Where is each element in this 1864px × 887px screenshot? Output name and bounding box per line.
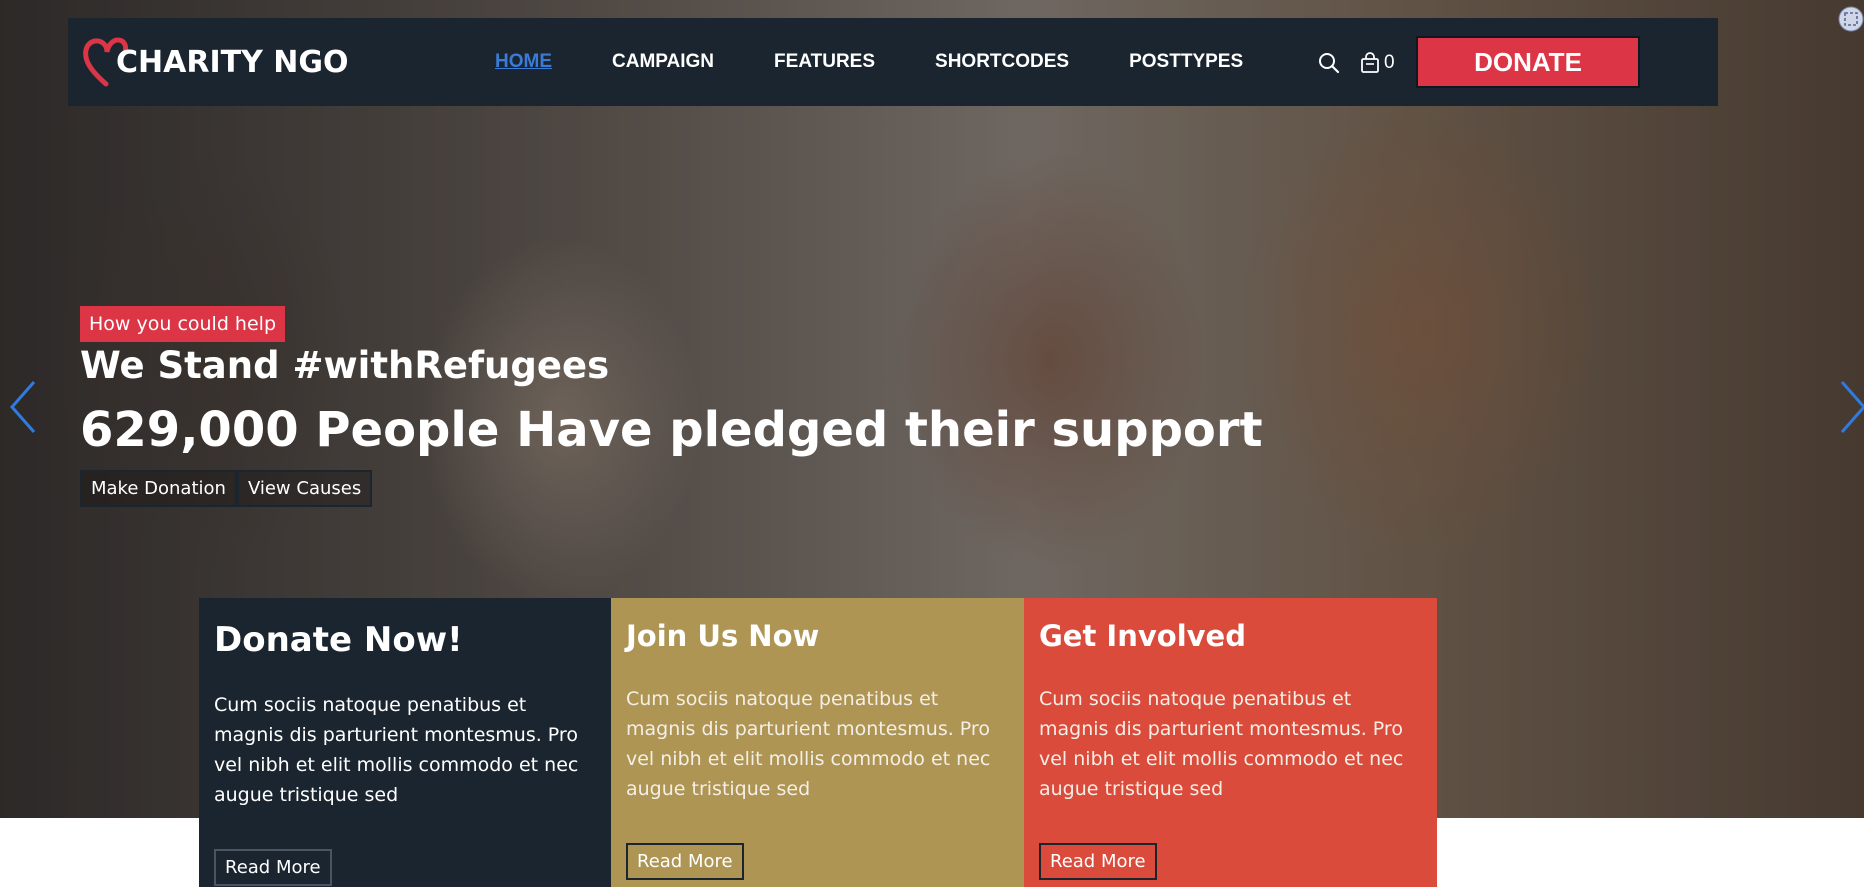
cart[interactable]: 0 [1360, 52, 1395, 74]
card-join-us-now: Join Us Now Cum sociis natoque penatibus… [611, 598, 1024, 887]
cart-count: 0 [1384, 52, 1395, 73]
read-more-button[interactable]: Read More [1039, 843, 1157, 880]
hero-subtitle: We Stand #withRefugees [80, 344, 610, 387]
main-nav: HOME CAMPAIGN FEATURES SHORTCODES POSTTY… [495, 18, 1243, 106]
view-causes-button[interactable]: View Causes [236, 470, 373, 507]
card-text: Cum sociis natoque penatibus et magnis d… [214, 694, 579, 806]
card-text: Cum sociis natoque penatibus et magnis d… [626, 688, 991, 800]
hero-buttons: Make Donation View Causes [80, 470, 373, 507]
card-title: Get Involved [1039, 619, 1246, 653]
screen-capture-icon[interactable] [1838, 6, 1864, 32]
nav-item-features[interactable]: FEATURES [774, 51, 875, 73]
nav-item-posttypes[interactable]: POSTTYPES [1129, 51, 1243, 73]
read-more-button[interactable]: Read More [626, 843, 744, 880]
nav-item-home[interactable]: HOME [495, 51, 552, 73]
hero-title: 629,000 People Have pledged their suppor… [80, 402, 1263, 458]
card-text: Cum sociis natoque penatibus et magnis d… [1039, 688, 1404, 800]
card-title: Donate Now! [214, 620, 463, 660]
feature-cards: Donate Now! Cum sociis natoque penatibus… [199, 598, 1437, 887]
logo[interactable]: CHARITY NGO [82, 34, 348, 90]
logo-text: CHARITY NGO [116, 44, 349, 80]
chevron-right-icon[interactable] [1836, 378, 1864, 436]
nav-item-shortcodes[interactable]: SHORTCODES [935, 51, 1069, 73]
card-get-involved: Get Involved Cum sociis natoque penatibu… [1024, 598, 1437, 887]
make-donation-button[interactable]: Make Donation [80, 470, 237, 507]
hero-tag: How you could help [80, 306, 286, 342]
read-more-button[interactable]: Read More [214, 849, 332, 886]
card-donate-now: Donate Now! Cum sociis natoque penatibus… [199, 598, 611, 887]
cart-icon [1361, 52, 1379, 73]
chevron-left-icon[interactable] [6, 378, 40, 436]
search-icon[interactable] [1318, 52, 1340, 74]
nav-item-campaign[interactable]: CAMPAIGN [612, 51, 714, 73]
site-header: CHARITY NGO HOME CAMPAIGN FEATURES SHORT… [68, 18, 1718, 106]
donate-button[interactable]: DONATE [1416, 36, 1640, 88]
card-title: Join Us Now [626, 619, 820, 653]
